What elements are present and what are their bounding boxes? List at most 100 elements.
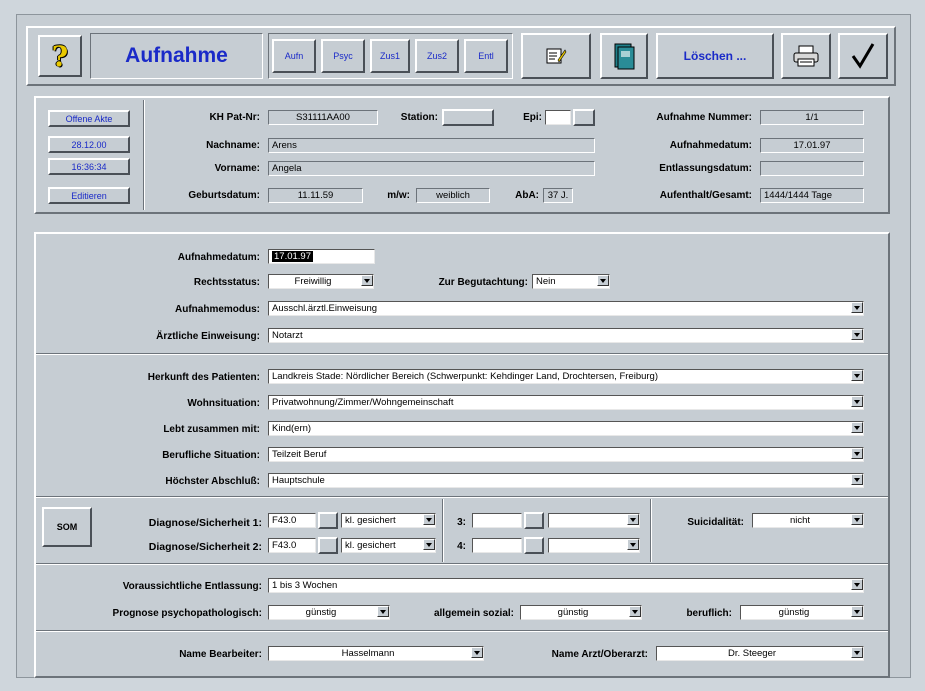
chevron-down-icon[interactable] — [597, 275, 609, 286]
nachname-label: Nachname: — [206, 140, 260, 151]
aufnahmedatum-input[interactable]: 17.01.97 — [268, 249, 375, 264]
tab-aufn[interactable]: Aufn — [272, 39, 316, 73]
chevron-down-icon[interactable] — [851, 370, 863, 381]
chevron-down-icon[interactable] — [851, 396, 863, 407]
chevron-down-icon[interactable] — [471, 647, 483, 658]
suizid-value: nicht — [752, 513, 864, 528]
diag3-sicherheit-dropdown[interactable] — [548, 513, 640, 528]
diag1-code[interactable]: F43.0 — [268, 513, 316, 528]
rechtsstatus-value: Freiwillig — [268, 274, 374, 289]
record-date-button[interactable]: 28.12.00 — [48, 136, 130, 153]
suizid-dropdown[interactable]: nicht — [752, 513, 864, 528]
sozial-dropdown[interactable]: günstig — [520, 605, 642, 620]
chevron-down-icon[interactable] — [627, 514, 639, 525]
entlassungsdatum-label: Entlassungsdatum: — [659, 163, 752, 174]
abschluss-value: Hauptschule — [268, 473, 864, 488]
aufnahme-nummer-field: 1/1 — [760, 110, 864, 125]
help-button[interactable]: ? — [38, 35, 82, 77]
station-button[interactable] — [442, 109, 494, 126]
chevron-down-icon[interactable] — [851, 579, 863, 590]
entlassungsdatum-field — [760, 161, 864, 176]
chevron-down-icon[interactable] — [851, 514, 863, 525]
diag1-lookup-button[interactable] — [318, 512, 338, 529]
chevron-down-icon[interactable] — [629, 606, 641, 617]
records-button[interactable] — [600, 33, 648, 79]
aufnahmemodus-label: Aufnahmemodus: — [175, 304, 260, 315]
chevron-down-icon[interactable] — [423, 539, 435, 550]
diag1-sicherheit-value: kl. gesichert — [341, 513, 436, 528]
printer-icon — [793, 45, 819, 67]
abschluss-label: Höchster Abschluß: — [165, 476, 260, 487]
herkunft-value: Landkreis Stade: Nördlicher Bereich (Sch… — [268, 369, 864, 384]
chevron-down-icon[interactable] — [851, 422, 863, 433]
aufnahmedatum-value: 17.01.97 — [272, 251, 313, 262]
epi-label: Epi: — [523, 112, 542, 123]
sozial-label: allgemein sozial: — [433, 608, 514, 619]
record-time-button[interactable]: 16:36:34 — [48, 158, 130, 175]
diag2-sicherheit-dropdown[interactable]: kl. gesichert — [341, 538, 436, 553]
chevron-down-icon[interactable] — [851, 302, 863, 313]
diag2-code[interactable]: F43.0 — [268, 538, 316, 553]
section-divider — [36, 496, 888, 498]
aufnahmedatum-label: Aufnahmedatum: — [177, 252, 260, 263]
bearbeiter-label: Name Bearbeiter: — [179, 649, 262, 660]
nachname-field: Arens — [268, 138, 595, 153]
section-divider — [36, 630, 888, 632]
tab-zus1[interactable]: Zus1 — [370, 39, 410, 73]
diag3-lookup-button[interactable] — [524, 512, 544, 529]
wohnsituation-dropdown[interactable]: Privatwohnung/Zimmer/Wohngemeinschaft — [268, 395, 864, 410]
chevron-down-icon[interactable] — [361, 275, 373, 286]
section-divider — [36, 353, 888, 355]
chevron-down-icon[interactable] — [851, 606, 863, 617]
chevron-down-icon[interactable] — [851, 474, 863, 485]
prognose-value: günstig — [268, 605, 390, 620]
diag1-sicherheit-dropdown[interactable]: kl. gesichert — [341, 513, 436, 528]
prognose-dropdown[interactable]: günstig — [268, 605, 390, 620]
page-title-box: Aufnahme — [90, 33, 263, 79]
chevron-down-icon[interactable] — [851, 329, 863, 340]
som-button[interactable]: SOM — [42, 507, 92, 547]
notepad-pencil-icon — [546, 48, 567, 64]
diag4-sicherheit-dropdown[interactable] — [548, 538, 640, 553]
epi-button[interactable] — [573, 109, 595, 126]
aufnahmemodus-dropdown[interactable]: Ausschl.ärztl.Einweisung — [268, 301, 864, 316]
print-button[interactable] — [781, 33, 831, 79]
chevron-down-icon[interactable] — [423, 514, 435, 525]
question-mark-icon: ? — [51, 39, 69, 73]
arzt-dropdown[interactable]: Dr. Steeger — [656, 646, 864, 661]
delete-button-label: Löschen ... — [683, 49, 747, 63]
entlassung-dropdown[interactable]: 1 bis 3 Wochen — [268, 578, 864, 593]
edit-record-button[interactable]: Editieren — [48, 187, 130, 204]
beruflich-dropdown[interactable]: günstig — [740, 605, 864, 620]
delete-button[interactable]: Löschen ... — [656, 33, 774, 79]
open-record-button[interactable]: Offene Akte — [48, 110, 130, 127]
confirm-button[interactable] — [838, 33, 888, 79]
book-icon — [614, 43, 635, 70]
edit-notes-button[interactable] — [521, 33, 591, 79]
beruf-dropdown[interactable]: Teilzeit Beruf — [268, 447, 864, 462]
abschluss-dropdown[interactable]: Hauptschule — [268, 473, 864, 488]
diag4-lookup-button[interactable] — [524, 537, 544, 554]
rechtsstatus-dropdown[interactable]: Freiwillig — [268, 274, 374, 289]
herkunft-dropdown[interactable]: Landkreis Stade: Nördlicher Bereich (Sch… — [268, 369, 864, 384]
chevron-down-icon[interactable] — [627, 539, 639, 550]
diag3-code[interactable] — [472, 513, 522, 528]
einweisung-dropdown[interactable]: Notarzt — [268, 328, 864, 343]
aba-field: 37 J. — [543, 188, 573, 203]
begutachtung-dropdown[interactable]: Nein — [532, 274, 610, 289]
diag2-lookup-button[interactable] — [318, 537, 338, 554]
diag4-code[interactable] — [472, 538, 522, 553]
tab-zus2[interactable]: Zus2 — [415, 39, 459, 73]
chevron-down-icon[interactable] — [851, 647, 863, 658]
aufenthalt-field: 1444/1444 Tage — [760, 188, 864, 203]
tab-psyc[interactable]: Psyc — [321, 39, 365, 73]
lebt-dropdown[interactable]: Kind(ern) — [268, 421, 864, 436]
diag3-label: 3: — [457, 517, 466, 528]
chevron-down-icon[interactable] — [851, 448, 863, 459]
chevron-down-icon[interactable] — [377, 606, 389, 617]
epi-field[interactable] — [545, 110, 571, 125]
kh-pat-nr-field: S31111AA00 — [268, 110, 378, 125]
bearbeiter-dropdown[interactable]: Hasselmann — [268, 646, 484, 661]
tab-entl[interactable]: Entl — [464, 39, 508, 73]
divider — [442, 499, 444, 562]
